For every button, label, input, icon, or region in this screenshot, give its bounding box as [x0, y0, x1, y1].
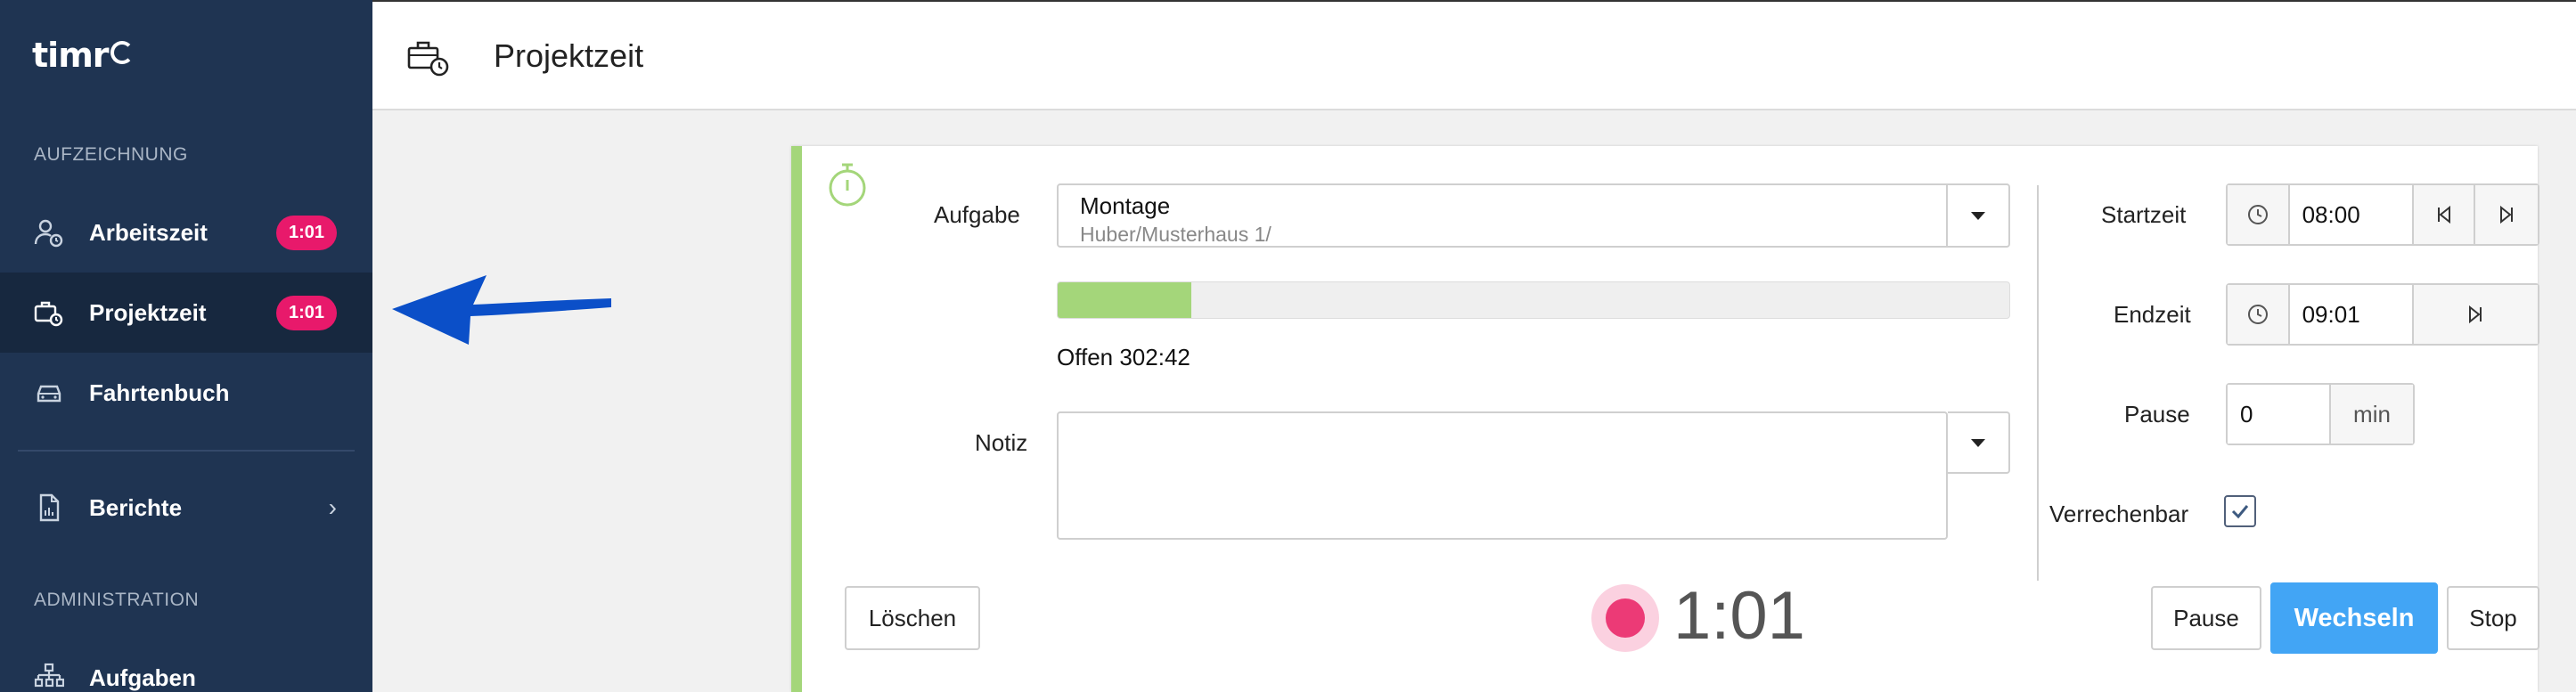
pause-label: Pause — [2124, 401, 2190, 427]
end-clock-button[interactable] — [2228, 285, 2290, 344]
pause-input[interactable]: 0 — [2228, 385, 2331, 444]
start-time-input[interactable]: 08:00 — [2289, 185, 2414, 244]
billable-label: Verrechenbar — [2049, 501, 2189, 527]
annotation-arrow-icon — [392, 275, 611, 345]
sidebar-item-aufgaben[interactable]: Aufgaben — [0, 638, 372, 692]
report-icon — [39, 493, 60, 522]
hierarchy-icon — [34, 663, 64, 688]
task-value: Montage — [1080, 192, 1171, 219]
logo-text: timr — [32, 36, 110, 75]
task-label: Aufgabe — [934, 201, 1020, 228]
user-clock-icon — [34, 219, 63, 248]
sidebar-item-arbeitszeit[interactable]: Arbeitszeit 1:01 — [0, 192, 372, 273]
briefcase-clock-icon — [34, 301, 63, 327]
note-textarea[interactable] — [1057, 411, 1948, 540]
task-select[interactable]: Montage Huber/Musterhaus 1/ — [1057, 183, 2010, 248]
end-time-group: 09:01 — [2226, 283, 2539, 346]
sidebar-item-label: Aufgaben — [89, 664, 196, 691]
caret-down-icon — [1971, 211, 1985, 220]
delete-button[interactable]: Löschen — [845, 586, 980, 650]
task-progress-bar — [1057, 281, 2010, 319]
sidebar-item-projektzeit[interactable]: Projektzeit 1:01 — [0, 273, 372, 353]
section-label-recording: AUFZEICHNUNG — [34, 144, 188, 165]
start-time-label: Startzeit — [2101, 201, 2187, 228]
note-dropdown-toggle[interactable] — [1948, 411, 2010, 474]
task-dropdown-toggle[interactable] — [1946, 185, 2008, 246]
pause-button[interactable]: Pause — [2151, 586, 2261, 650]
task-progress-fill — [1058, 282, 1191, 318]
skip-forward-icon — [2500, 205, 2514, 224]
pause-unit: min — [2331, 385, 2413, 444]
section-label-admin: ADMINISTRATION — [34, 590, 200, 610]
sidebar-item-label: Fahrtenbuch — [89, 379, 230, 406]
checkmark-icon — [2231, 505, 2249, 519]
time-entry-card: Aufgabe Montage Huber/Musterhaus 1/ Offe… — [791, 146, 2539, 692]
caret-down-icon — [1971, 438, 1985, 447]
sidebar-item-fahrtenbuch[interactable]: Fahrtenbuch — [0, 353, 372, 433]
note-label: Notiz — [975, 429, 1028, 456]
sidebar-item-label: Berichte — [89, 493, 183, 521]
open-hours: Offen 302:42 — [1057, 344, 1190, 370]
briefcase-clock-icon — [407, 41, 449, 77]
chevron-right-icon: › — [328, 493, 337, 521]
record-dot-icon — [1606, 598, 1645, 638]
end-time-input[interactable]: 09:01 — [2289, 285, 2414, 344]
start-clock-button[interactable] — [2228, 185, 2290, 244]
pause-group: 0 min — [2226, 383, 2415, 445]
sidebar-item-label: Projektzeit — [89, 298, 207, 326]
recording-indicator — [1591, 584, 1659, 652]
sidebar: timr AUFZEICHNUNG Arbeitszeit 1:01 Proje… — [0, 0, 372, 692]
sidebar-item-berichte[interactable]: Berichte › — [0, 468, 372, 548]
skip-forward-icon — [2469, 305, 2482, 324]
start-time-group: 08:00 — [2226, 183, 2539, 246]
running-timer: 1:01 — [1673, 578, 1805, 654]
skip-back-icon — [2437, 205, 2450, 224]
stop-button[interactable]: Stop — [2447, 586, 2539, 650]
clock-icon — [2247, 205, 2268, 224]
sidebar-item-label: Arbeitszeit — [89, 218, 208, 246]
billable-checkbox[interactable] — [2224, 495, 2256, 527]
timr-logo[interactable]: timr — [32, 36, 134, 75]
page-header: Projektzeit — [372, 0, 2576, 110]
stopwatch-icon — [829, 163, 866, 207]
timer-badge: 1:01 — [275, 295, 337, 330]
end-next-button[interactable] — [2413, 285, 2538, 344]
sidebar-divider — [18, 450, 355, 452]
start-next-button[interactable] — [2475, 185, 2539, 244]
logo-ring-icon — [110, 41, 134, 64]
column-divider — [2037, 185, 2039, 581]
car-icon — [37, 385, 61, 403]
start-previous-button[interactable] — [2413, 185, 2476, 244]
task-path: Huber/Musterhaus 1/ — [1080, 223, 1272, 246]
page-title: Projektzeit — [494, 37, 644, 74]
end-time-label: Endzeit — [2114, 301, 2191, 328]
clock-icon — [2247, 305, 2268, 324]
timer-badge: 1:01 — [275, 215, 337, 250]
switch-button[interactable]: Wechseln — [2270, 582, 2438, 654]
